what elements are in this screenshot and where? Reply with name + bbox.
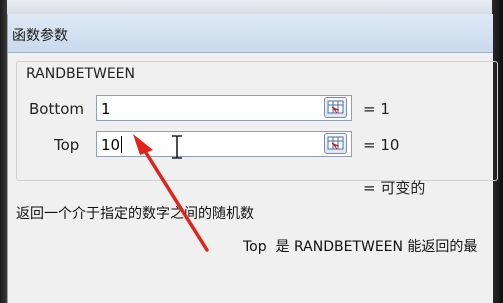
arrow-shaft xyxy=(141,146,209,252)
red-arrow-annotation xyxy=(133,134,209,252)
arrow-head xyxy=(133,134,153,155)
